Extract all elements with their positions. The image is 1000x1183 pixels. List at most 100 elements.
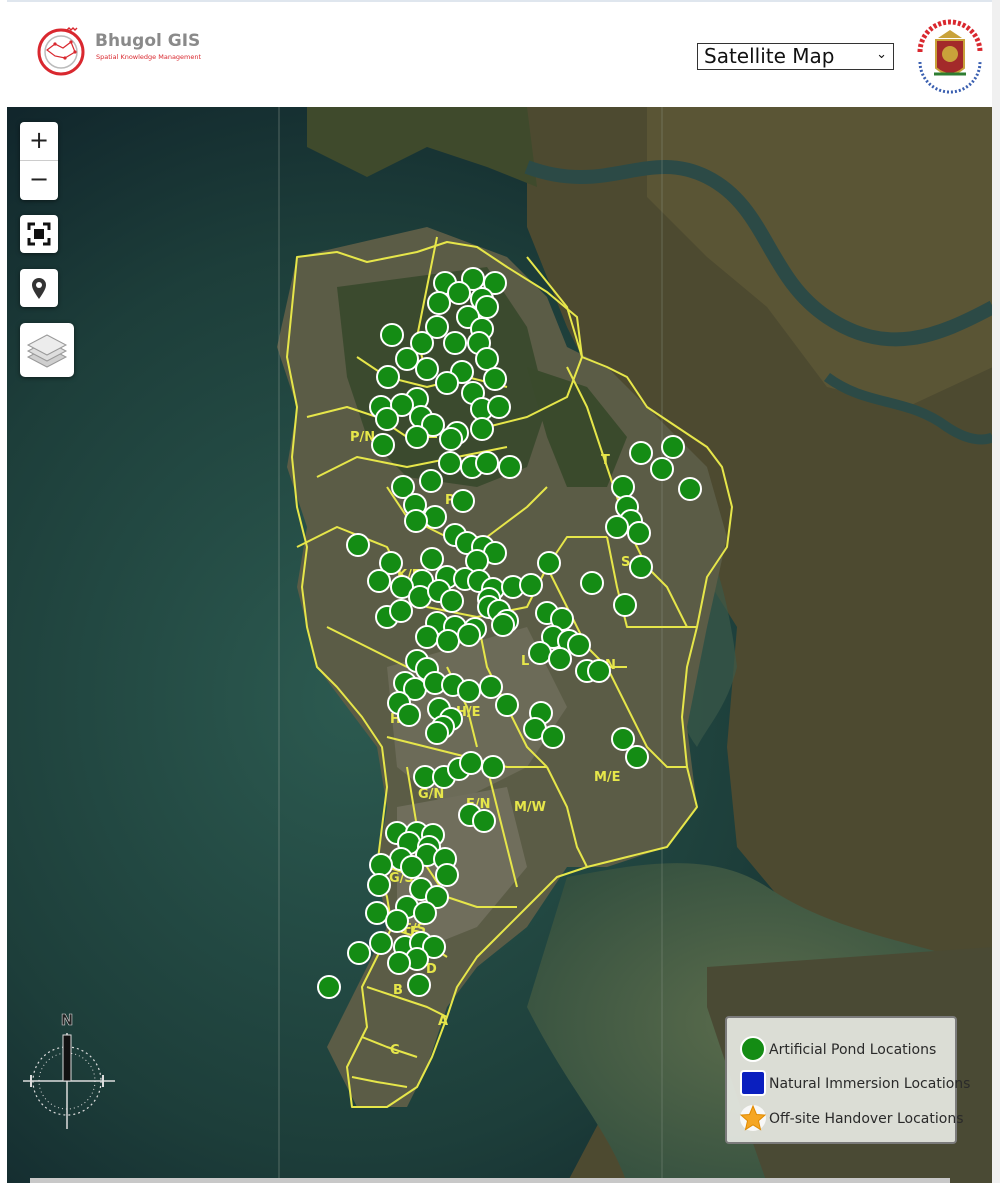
brand-tagline: Spatial Knowledge Management xyxy=(96,53,202,61)
app-header: Bhugol GIS Spatial Knowledge Management … xyxy=(7,0,993,109)
artificial-pond-marker[interactable] xyxy=(479,675,503,699)
artificial-pond-marker[interactable] xyxy=(611,727,635,751)
municipal-corporation-seal xyxy=(912,18,988,98)
artificial-pond-marker[interactable] xyxy=(661,435,685,459)
artificial-pond-marker[interactable] xyxy=(387,951,411,975)
location-pin-icon xyxy=(32,278,46,299)
legend-item-artificial-pond: Artificial Pond Locations xyxy=(735,1035,955,1065)
artificial-pond-marker[interactable] xyxy=(528,641,552,665)
map-view[interactable]: P/NP/STSK/ELNH/WH/EM/EG/NF/NM/WG/SF/SEDB… xyxy=(7,107,993,1183)
artificial-pond-marker[interactable] xyxy=(371,433,395,457)
artificial-pond-marker[interactable] xyxy=(472,809,496,833)
layers-button[interactable] xyxy=(20,323,74,377)
fullscreen-button[interactable] xyxy=(20,215,58,253)
artificial-pond-marker[interactable] xyxy=(498,455,522,479)
artificial-pond-marker[interactable] xyxy=(457,623,481,647)
layers-icon xyxy=(26,334,68,368)
artificial-pond-marker[interactable] xyxy=(519,573,543,597)
vertical-scrollbar[interactable] xyxy=(992,0,1000,1183)
chevron-down-icon: ⌄ xyxy=(876,47,887,62)
zoom-in-button[interactable]: + xyxy=(20,122,58,160)
locate-button[interactable] xyxy=(20,269,58,307)
artificial-pond-marker[interactable] xyxy=(613,593,637,617)
artificial-pond-marker[interactable] xyxy=(629,441,653,465)
artificial-pond-marker[interactable] xyxy=(548,647,572,671)
artificial-pond-marker[interactable] xyxy=(346,533,370,557)
artificial-pond-marker[interactable] xyxy=(347,941,371,965)
artificial-pond-marker[interactable] xyxy=(395,347,419,371)
artificial-pond-marker[interactable] xyxy=(567,633,591,657)
compass-icon: N xyxy=(23,1011,115,1129)
artificial-pond-marker[interactable] xyxy=(459,751,483,775)
artificial-pond-marker[interactable] xyxy=(611,475,635,499)
artificial-pond-marker[interactable] xyxy=(385,909,409,933)
artificial-pond-marker[interactable] xyxy=(439,427,463,451)
artificial-pond-marker[interactable] xyxy=(369,931,393,955)
artificial-pond-marker[interactable] xyxy=(629,555,653,579)
artificial-pond-marker[interactable] xyxy=(491,613,515,637)
zoom-out-button[interactable]: − xyxy=(20,161,58,199)
artificial-pond-marker[interactable] xyxy=(367,873,391,897)
artificial-pond-marker[interactable] xyxy=(420,547,444,571)
orange-star-icon xyxy=(739,1104,767,1131)
artificial-pond-marker[interactable] xyxy=(443,331,467,355)
map-legend: Artificial Pond Locations Natural Immers… xyxy=(725,1016,970,1144)
artificial-pond-marker[interactable] xyxy=(369,853,393,877)
artificial-pond-marker[interactable] xyxy=(419,469,443,493)
artificial-pond-marker[interactable] xyxy=(587,659,611,683)
artificial-pond-marker[interactable] xyxy=(365,901,389,925)
artificial-pond-marker[interactable] xyxy=(380,323,404,347)
artificial-pond-marker[interactable] xyxy=(650,457,674,481)
bhugol-gis-logo: Bhugol GIS Spatial Knowledge Management xyxy=(37,24,207,80)
artificial-pond-marker[interactable] xyxy=(389,599,413,623)
artificial-pond-marker[interactable] xyxy=(457,679,481,703)
artificial-pond-marker[interactable] xyxy=(475,347,499,371)
globe-logo-icon xyxy=(37,27,85,76)
artificial-pond-marker[interactable] xyxy=(470,417,494,441)
artificial-pond-marker[interactable] xyxy=(415,625,439,649)
artificial-pond-marker[interactable] xyxy=(487,395,511,419)
legend-item-offsite-handover: Off-site Handover Locations xyxy=(735,1104,964,1134)
horizontal-scrollbar[interactable] xyxy=(30,1178,950,1183)
artificial-pond-marker[interactable] xyxy=(413,901,437,925)
artificial-pond-marker[interactable] xyxy=(436,629,460,653)
basemap-select[interactable]: Satellite Map ⌄ xyxy=(697,43,894,70)
artificial-pond-marker[interactable] xyxy=(376,365,400,389)
artificial-pond-marker[interactable] xyxy=(438,451,462,475)
artificial-pond-marker[interactable] xyxy=(397,703,421,727)
artificial-pond-marker[interactable] xyxy=(625,745,649,769)
artificial-pond-marker[interactable] xyxy=(483,367,507,391)
artificial-pond-marker[interactable] xyxy=(425,721,449,745)
artificial-pond-marker[interactable] xyxy=(435,371,459,395)
artificial-pond-marker[interactable] xyxy=(541,725,565,749)
artificial-pond-marker[interactable] xyxy=(580,571,604,595)
artificial-pond-marker[interactable] xyxy=(407,973,431,997)
legend-label: Off-site Handover Locations xyxy=(769,1111,964,1127)
zoom-control: + − xyxy=(20,122,58,200)
artificial-pond-marker[interactable] xyxy=(405,425,429,449)
artificial-pond-marker[interactable] xyxy=(317,975,341,999)
artificial-pond-marker[interactable] xyxy=(495,693,519,717)
artificial-pond-marker[interactable] xyxy=(537,551,561,575)
artificial-pond-marker[interactable] xyxy=(451,489,475,513)
artificial-pond-marker[interactable] xyxy=(400,855,424,879)
legend-item-natural-immersion: Natural Immersion Locations xyxy=(735,1069,970,1099)
basemap-selected-value: Satellite Map xyxy=(704,44,835,68)
fullscreen-icon xyxy=(27,222,51,246)
artificial-pond-marker[interactable] xyxy=(447,281,471,305)
artificial-pond-marker[interactable] xyxy=(475,451,499,475)
artificial-pond-marker[interactable] xyxy=(415,357,439,381)
legend-label: Natural Immersion Locations xyxy=(769,1076,971,1092)
artificial-pond-marker[interactable] xyxy=(605,515,629,539)
artificial-pond-marker[interactable] xyxy=(404,509,428,533)
brand-name: Bhugol GIS xyxy=(95,31,201,51)
artificial-pond-marker[interactable] xyxy=(627,521,651,545)
artificial-pond-marker[interactable] xyxy=(435,863,459,887)
artificial-pond-marker[interactable] xyxy=(481,755,505,779)
artificial-pond-marker[interactable] xyxy=(440,589,464,613)
artificial-pond-marker[interactable] xyxy=(678,477,702,501)
north-arrow: N xyxy=(19,1011,119,1131)
artificial-pond-marker[interactable] xyxy=(427,291,451,315)
artificial-pond-marker[interactable] xyxy=(367,569,391,593)
artificial-pond-marker[interactable] xyxy=(375,407,399,431)
